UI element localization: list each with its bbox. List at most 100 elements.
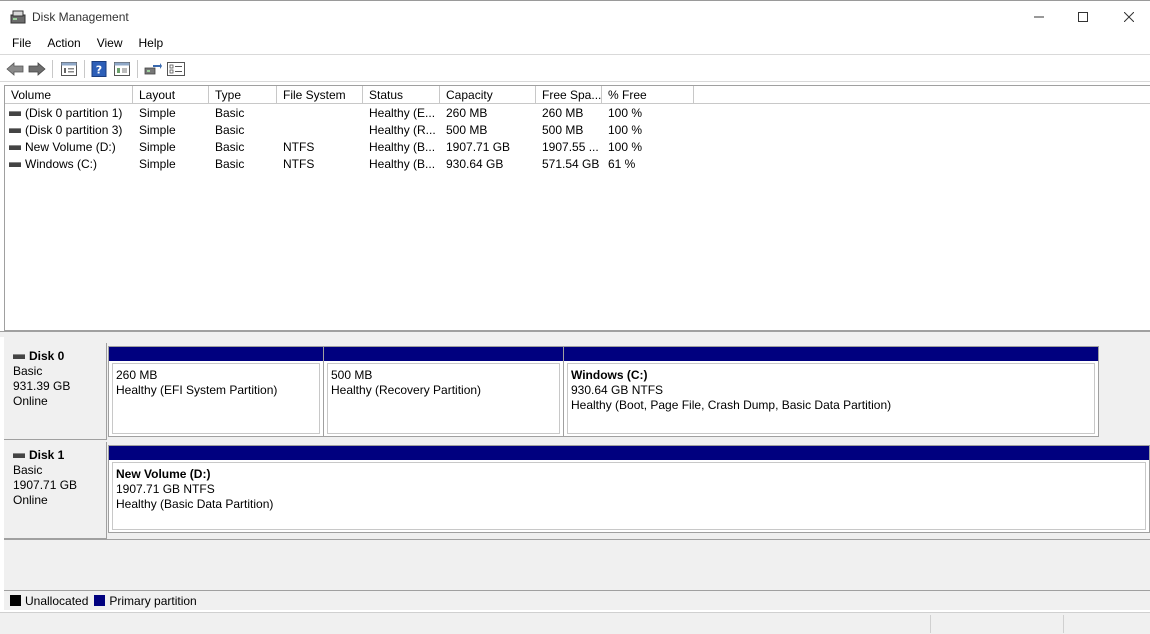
disk-1-label[interactable]: Disk 1 Basic 1907.71 GB Online: [4, 442, 107, 539]
cell-capacity: 500 MB: [446, 123, 488, 137]
column-header-free-space[interactable]: Free Spa...: [536, 86, 602, 104]
cell-free-space: 1907.55 ...: [542, 140, 599, 154]
divider: [4, 539, 1150, 540]
legend-unallocated-label: Unallocated: [25, 593, 89, 608]
volume-icon: [9, 111, 21, 116]
partition-windows-c[interactable]: Windows (C:) 930.64 GB NTFS Healthy (Boo…: [564, 347, 1098, 436]
disk-icon: [13, 453, 25, 458]
volume-list-header: Volume Layout Type File System Status Ca…: [5, 86, 1150, 104]
column-header-volume[interactable]: Volume: [5, 86, 133, 104]
menu-file[interactable]: File: [4, 32, 39, 54]
partition-size: 930.64 GB NTFS: [571, 383, 664, 397]
partition-size: 260 MB: [116, 368, 158, 382]
cell-file-system: NTFS: [283, 140, 315, 154]
disk-0-label[interactable]: Disk 0 Basic 931.39 GB Online: [4, 343, 107, 440]
cell-layout: Simple: [139, 106, 176, 120]
column-header-layout[interactable]: Layout: [133, 86, 209, 104]
toolbar-separator: [137, 60, 138, 78]
cell-percent-free: 100 %: [608, 106, 643, 120]
status-divider: [930, 615, 931, 633]
table-row[interactable]: (Disk 0 partition 1) Simple Basic Health…: [5, 105, 705, 122]
disk-0-name: Disk 0: [13, 349, 106, 364]
cell-capacity: 930.64 GB: [446, 157, 504, 171]
column-header-status[interactable]: Status: [363, 86, 440, 104]
partition-status: Healthy (Recovery Partition): [331, 383, 482, 397]
forward-icon[interactable]: [27, 59, 47, 79]
disk-icon: [13, 354, 25, 359]
cell-percent-free: 100 %: [608, 140, 643, 154]
partition-new-volume-d[interactable]: New Volume (D:) 1907.71 GB NTFS Healthy …: [109, 446, 1149, 532]
cell-type: Basic: [215, 123, 245, 137]
partition-recovery[interactable]: 500 MB Healthy (Recovery Partition): [324, 347, 564, 436]
cell-type: Basic: [215, 140, 245, 154]
column-header-percent-free[interactable]: % Free: [602, 86, 694, 104]
cell-percent-free: 61 %: [608, 157, 636, 171]
status-bar: [0, 612, 1150, 634]
cell-free-space: 571.54 GB: [542, 157, 600, 171]
column-header-capacity[interactable]: Capacity: [440, 86, 536, 104]
cell-capacity: 1907.71 GB: [446, 140, 511, 154]
rescan-icon[interactable]: [143, 59, 163, 79]
primary-partition-bar: [109, 347, 323, 361]
maximize-button[interactable]: [1060, 1, 1106, 33]
primary-partition-bar: [109, 446, 1149, 460]
cell-status: Healthy (R...: [369, 123, 436, 137]
disk-graphical-view: Disk 0 Basic 931.39 GB Online 260 MB Hea…: [4, 337, 1150, 593]
partition-details: 500 MB Healthy (Recovery Partition): [327, 363, 560, 434]
cell-volume: (Disk 0 partition 3): [25, 123, 123, 137]
table-row[interactable]: (Disk 0 partition 3) Simple Basic Health…: [5, 122, 705, 139]
disk-0-state: Online: [13, 394, 48, 408]
settings-icon[interactable]: [166, 59, 186, 79]
volume-icon: [9, 128, 21, 133]
disk-0-title: Disk 0: [29, 349, 65, 363]
cell-type: Basic: [215, 106, 245, 120]
partition-size: 500 MB: [331, 368, 373, 382]
help-icon[interactable]: ?: [89, 59, 109, 79]
disk-1-kind: Basic: [13, 463, 43, 477]
cell-status: Healthy (B...: [369, 157, 436, 171]
cell-capacity: 260 MB: [446, 106, 488, 120]
menu-help[interactable]: Help: [131, 32, 172, 54]
table-row[interactable]: Windows (C:) Simple Basic NTFS Healthy (…: [5, 156, 705, 173]
partition-title: Windows (C:): [571, 368, 648, 382]
partition-details: New Volume (D:) 1907.71 GB NTFS Healthy …: [112, 462, 1146, 530]
menu-view[interactable]: View: [89, 32, 131, 54]
table-row[interactable]: New Volume (D:) Simple Basic NTFS Health…: [5, 139, 705, 156]
disk-0-kind: Basic: [13, 364, 43, 378]
partition-efi[interactable]: 260 MB Healthy (EFI System Partition): [109, 347, 324, 436]
cell-type: Basic: [215, 157, 245, 171]
disk-management-app-icon: [10, 10, 26, 24]
back-icon[interactable]: [5, 59, 25, 79]
cell-free-space: 500 MB: [542, 123, 584, 137]
disk-0-size: 931.39 GB: [13, 379, 71, 393]
minimize-button[interactable]: [1016, 1, 1062, 33]
svg-text:?: ?: [96, 64, 102, 77]
unallocated-swatch: [10, 595, 21, 606]
partition-status: Healthy (Boot, Page File, Crash Dump, Ba…: [571, 398, 892, 412]
cell-volume: Windows (C:): [25, 157, 98, 171]
partition-details: Windows (C:) 930.64 GB NTFS Healthy (Boo…: [567, 363, 1095, 434]
volume-list[interactable]: Volume Layout Type File System Status Ca…: [4, 85, 1150, 331]
partition-status: Healthy (EFI System Partition): [116, 383, 278, 397]
menu-action[interactable]: Action: [39, 32, 88, 54]
column-header-file-system[interactable]: File System: [277, 86, 363, 104]
disk-0-partitions: 260 MB Healthy (EFI System Partition) 50…: [108, 346, 1099, 437]
cell-status: Healthy (E...: [369, 106, 436, 120]
partition-title: New Volume (D:): [116, 467, 211, 481]
disk-1-state: Online: [13, 493, 48, 507]
properties-icon[interactable]: [112, 59, 132, 79]
disk-1-title: Disk 1: [29, 448, 65, 462]
partition-details: 260 MB Healthy (EFI System Partition): [112, 363, 320, 434]
cell-free-space: 260 MB: [542, 106, 584, 120]
cell-percent-free: 100 %: [608, 123, 643, 137]
cell-status: Healthy (B...: [369, 140, 436, 154]
disk-list-icon[interactable]: [59, 59, 79, 79]
cell-volume: (Disk 0 partition 1): [25, 106, 123, 120]
partition-status: Healthy (Basic Data Partition): [116, 497, 274, 511]
toolbar-separator: [52, 60, 53, 78]
close-button[interactable]: [1106, 1, 1150, 33]
volume-icon: [9, 145, 21, 150]
cell-layout: Simple: [139, 123, 176, 137]
toolbar-separator: [84, 60, 85, 78]
column-header-type[interactable]: Type: [209, 86, 277, 104]
